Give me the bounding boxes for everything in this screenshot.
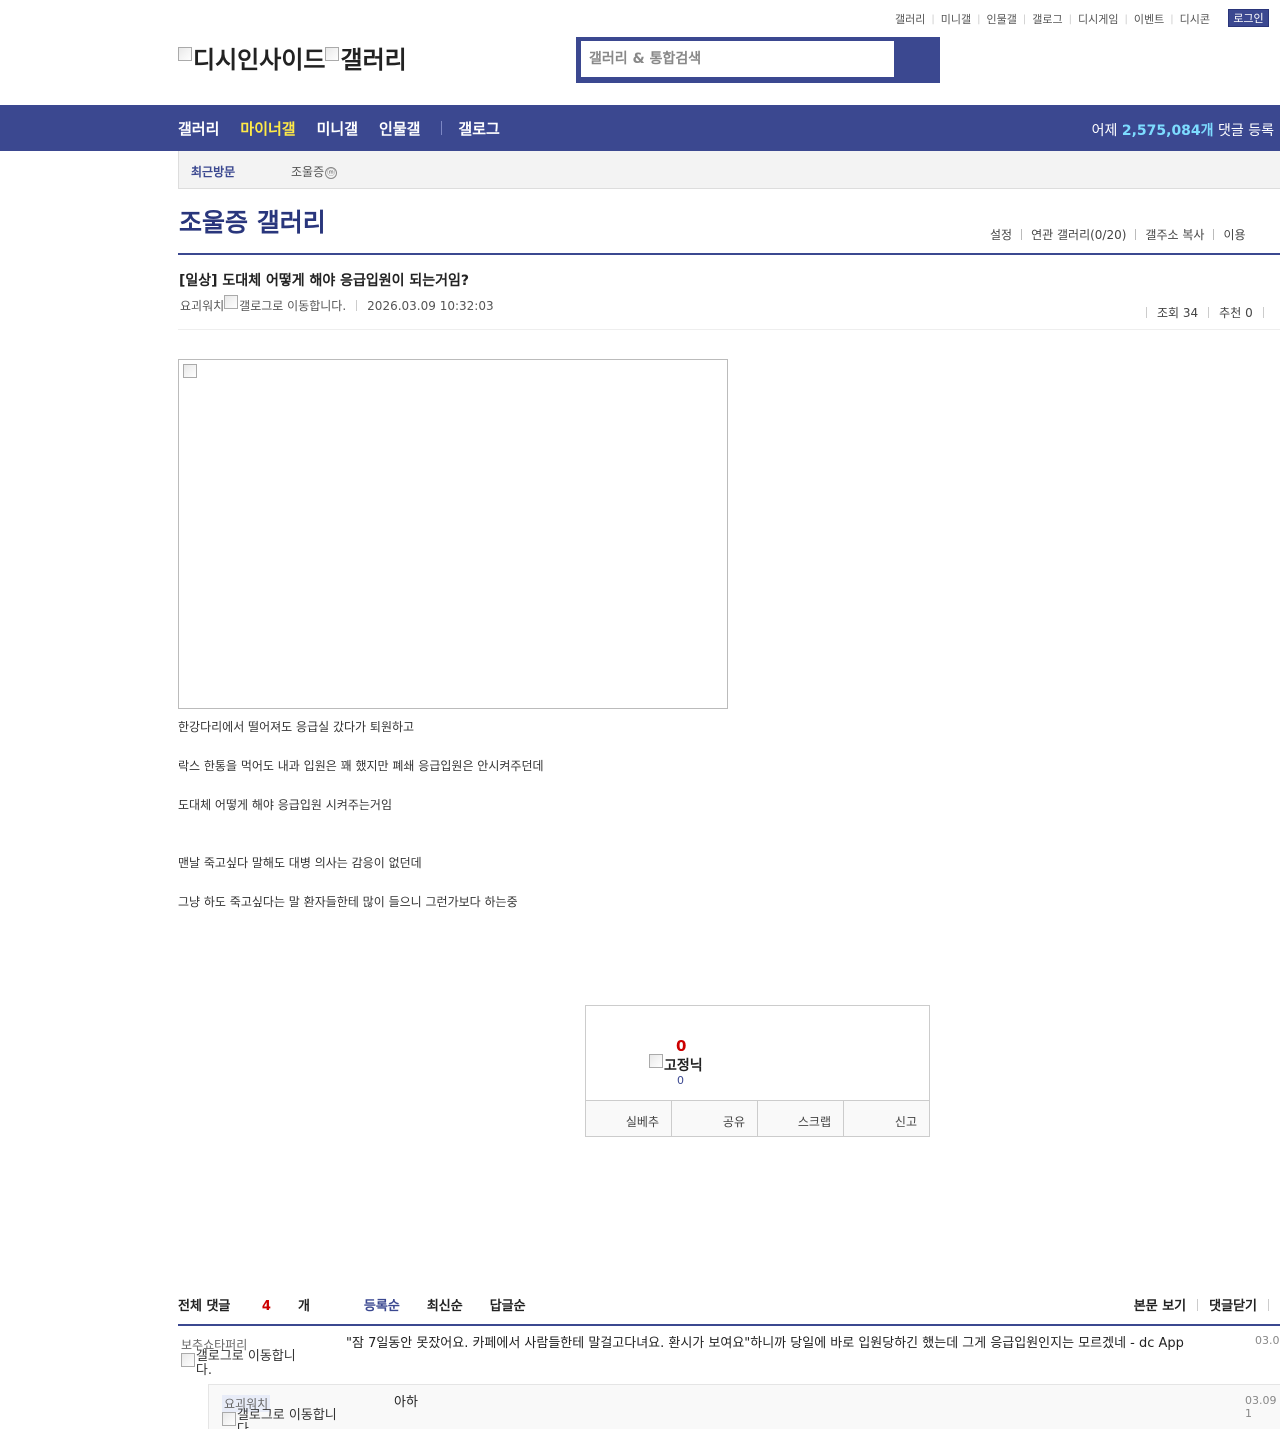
recent-visits-label: 최근방문: [191, 165, 236, 179]
nav-person-gallery[interactable]: 인물갤: [379, 118, 420, 139]
comment-item: 보추쇼타퍼리 갤로그로 이동합니다. "잠 7일동안 못잤어요. 카페에서 사람…: [178, 1326, 1280, 1384]
comment-total-count: 4: [261, 1299, 271, 1314]
nav-divider: [441, 121, 443, 135]
meta-divider: [178, 329, 1280, 330]
view-post-button[interactable]: 본문 보기: [1134, 1295, 1186, 1314]
top-link-person-gall[interactable]: 인물갤: [981, 11, 1023, 27]
recommend-box: 0 고정닉 0 실베추 공유 스크랩 신고: [585, 1005, 930, 1137]
broken-image-icon: [181, 1353, 195, 1367]
broken-image-icon: [183, 364, 197, 378]
reply-text: 아하: [394, 1395, 418, 1410]
nav-gallog[interactable]: 갤로그: [458, 118, 499, 139]
recent-visits: 최근방문 조울증 ⓜ: [178, 151, 1280, 189]
login-button[interactable]: 로그인: [1228, 9, 1269, 27]
reply-gallog-link[interactable]: 갤로그로 이동합니다.: [222, 1409, 352, 1429]
post-author[interactable]: 요괴워치: [180, 297, 224, 314]
title-divider: [178, 253, 1280, 255]
author-gallog-alt: 갤로그로 이동합니다.: [239, 299, 347, 313]
gallery-logo-image: 갤러리: [325, 40, 407, 75]
recommend-count: 0: [676, 1037, 687, 1055]
recent-visit-item-label: 조울증: [291, 165, 325, 179]
recommend-actions: 실베추 공유 스크랩 신고: [586, 1100, 929, 1136]
best-recommend-button[interactable]: 실베추: [586, 1101, 672, 1136]
broken-image-icon: [649, 1054, 663, 1068]
recent-visit-item[interactable]: 조울증 ⓜ: [291, 163, 338, 180]
search-button[interactable]: [896, 37, 940, 83]
reply-date: 03.09 1: [1245, 1394, 1277, 1420]
related-gallery-button[interactable]: 연관 갤러리(0/20): [1031, 226, 1126, 243]
post-meta: 요괴워치 갤로그로 이동합니다. 2026.03.09 10:32:03: [180, 294, 494, 314]
comment-stat-suffix: 댓글 등록: [1218, 123, 1274, 139]
copy-gallery-url-button[interactable]: 갤주소 복사: [1145, 226, 1204, 243]
post-image[interactable]: [178, 359, 728, 709]
gallery-settings-button[interactable]: 설정: [990, 226, 1012, 243]
post-body-line: 한강다리에서 떨어져도 응급실 갔다가 퇴원하고: [178, 720, 415, 734]
fixed-nick-recommend-button[interactable]: 고정닉: [649, 1054, 703, 1075]
nav-mini-gallery[interactable]: 미니갤: [317, 118, 358, 139]
gallery-tools: 설정 연관 갤러리(0/20) 갤주소 복사 이용: [990, 226, 1246, 243]
reply-gallog-alt: 갤로그로 이동합니다.: [236, 1408, 337, 1429]
broken-image-icon: [178, 46, 192, 61]
nav-minor-gallery[interactable]: 마이너갤: [240, 118, 295, 139]
comment-total-suffix: 개: [297, 1299, 310, 1314]
comment-text: "잠 7일동안 못잤어요. 카페에서 사람들한테 말걸고다녀요. 환시가 보여요…: [346, 1336, 1184, 1351]
search-bar: [576, 37, 940, 83]
site-logo[interactable]: 디시인사이드 갤러리: [178, 40, 407, 75]
sort-by-replies[interactable]: 답글순: [490, 1295, 526, 1314]
post-stats: 조회 34 추천 0: [1136, 299, 1280, 325]
nav-gallery[interactable]: 갤러리: [178, 118, 219, 139]
comment-total: 전체 댓글 4 개: [178, 1295, 337, 1314]
broken-image-icon: [224, 294, 239, 309]
post-body-line: 도대체 어떻게 해야 응급입원 시켜주는거임: [178, 798, 392, 812]
top-link-dcgame[interactable]: 디시게임: [1072, 11, 1124, 27]
fixed-nick-count: 0: [677, 1074, 684, 1087]
comment-gallog-alt: 갤로그로 이동합니다.: [195, 1349, 296, 1378]
top-link-gallog[interactable]: 갤로그: [1026, 11, 1068, 27]
comment-total-prefix: 전체 댓글: [178, 1299, 231, 1314]
comment-reply: 요괴워치 갤로그로 이동합니다. 아하 03.09 1: [208, 1384, 1280, 1429]
top-link-dccon[interactable]: 디시콘: [1174, 11, 1216, 27]
gallery-title[interactable]: 조울증 갤러리: [179, 203, 326, 239]
post-title: [일상] 도대체 어떻게 해야 응급입원이 되는거임?: [179, 273, 470, 289]
broken-image-icon: [222, 1412, 236, 1426]
comments-header: 전체 댓글 4 개 등록순 최신순 답글순 본문 보기 댓글닫기: [178, 1295, 1280, 1325]
sort-by-registration[interactable]: 등록순: [364, 1295, 400, 1314]
gallery-logo-alt: 갤러리: [340, 46, 407, 74]
author-gallog-link[interactable]: 갤로그로 이동합니다.: [224, 294, 347, 314]
top-links: 갤러리 | 미니갤 | 인물갤 | 갤로그 | 디시게임 | 이벤트 | 디시콘: [889, 11, 1216, 27]
comment-gallog-link[interactable]: 갤로그로 이동합니다.: [181, 1350, 311, 1378]
comment-stat-value: 2,575,084개: [1121, 123, 1214, 139]
minor-gallery-badge-icon: ⓜ: [325, 167, 338, 179]
site-logo-alt: 디시인사이드: [193, 46, 326, 74]
post-body-line: 맨날 죽고싶다 말해도 대병 의사는 감응이 없던데: [178, 856, 422, 870]
site-logo-image: 디시인사이드: [178, 40, 325, 75]
post-body-line: 락스 한통을 먹어도 내과 입원은 꽤 했지만 폐쇄 응급입원은 안시켜주던데: [178, 759, 544, 773]
comment-stat-prefix: 어제: [1091, 123, 1118, 139]
top-link-minigall[interactable]: 미니갤: [935, 11, 977, 27]
comment-date: 03.0: [1255, 1334, 1280, 1347]
top-link-event[interactable]: 이벤트: [1128, 11, 1170, 27]
global-nav: 갤러리 마이너갤 미니갤 인물갤 갤로그 어제 2,575,084개 댓글 등록: [0, 105, 1280, 151]
post-recommend-count: 추천 0: [1219, 305, 1253, 320]
share-button[interactable]: 공유: [672, 1101, 758, 1136]
post-datetime: 2026.03.09 10:32:03: [367, 298, 494, 313]
report-button[interactable]: 신고: [844, 1101, 929, 1136]
comment-stat: 어제 2,575,084개 댓글 등록: [1092, 120, 1274, 140]
close-comments-button[interactable]: 댓글닫기: [1209, 1295, 1257, 1314]
scrap-button[interactable]: 스크랩: [758, 1101, 844, 1136]
search-input[interactable]: [581, 41, 894, 77]
post-body-line: 그냥 하도 죽고싶다는 말 환자들한테 많이 들으니 그런가보다 하는중: [178, 895, 518, 909]
gallery-usage-button[interactable]: 이용: [1223, 226, 1245, 243]
fixed-nick-alt: 고정닉: [664, 1058, 703, 1074]
top-link-gallery[interactable]: 갤러리: [889, 11, 931, 27]
sort-by-latest[interactable]: 최신순: [427, 1295, 463, 1314]
post-views: 조회 34: [1157, 305, 1199, 320]
broken-image-icon: [325, 46, 340, 61]
